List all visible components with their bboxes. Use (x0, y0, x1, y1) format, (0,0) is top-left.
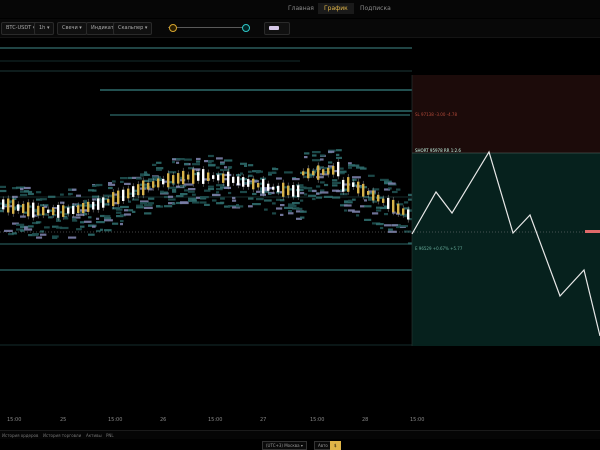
timezone-select[interactable]: (UTC+3) Москва ▾ (262, 441, 307, 450)
range-slider-track[interactable] (168, 27, 250, 28)
tab-order-history[interactable]: История ордеров (2, 433, 38, 438)
x-tick-label: 28 (362, 417, 369, 423)
tab-assets[interactable]: Активы (86, 433, 102, 438)
tab-chart[interactable]: График (318, 3, 354, 14)
color-picker[interactable] (264, 22, 290, 35)
range-slider-handle-right[interactable] (242, 24, 250, 32)
currency-badge[interactable]: $ (330, 441, 341, 450)
x-tick-label: 15:00 (7, 417, 22, 423)
x-tick-label: 25 (60, 417, 67, 423)
scalper-select[interactable]: Скальпер ▾ (113, 22, 153, 35)
tab-subscription[interactable]: Подписка (360, 5, 391, 12)
price-chart[interactable]: SL 97138 -3.00 -4.78 SHORT 95978 RR 1:2.… (0, 38, 600, 410)
x-tick-label: 15:00 (410, 417, 425, 423)
range-slider-handle-left[interactable] (169, 24, 177, 32)
current-price-marker (585, 230, 600, 233)
x-tick-label: 15:00 (310, 417, 325, 423)
footer-bar: (UTC+3) Москва ▾ Авто $ (0, 439, 600, 450)
x-tick-label: 26 (160, 417, 167, 423)
tab-trade-history[interactable]: История торговли (43, 433, 81, 438)
entry-label: E 96529 +0.67% +5.77 (415, 246, 463, 251)
color-swatch (269, 25, 279, 30)
tab-pnl[interactable]: PNL (106, 433, 114, 438)
x-tick-label: 15:00 (208, 417, 223, 423)
x-tick-label: 15:00 (108, 417, 123, 423)
tab-main[interactable]: Главная (288, 5, 314, 12)
short-position-label: SHORT 95978 RR 1:2.6 (415, 148, 461, 153)
time-axis: 15:00 25 15:00 26 15:00 27 15:00 28 15:0… (0, 412, 600, 426)
chart-toolbar: BTC-USDT ▾ 1h ▾ Свечи ▾ Индикаторы Скаль… (0, 19, 600, 38)
x-tick-label: 27 (260, 417, 267, 423)
chart-canvas (0, 47, 600, 346)
chart-type-select[interactable]: Свечи ▾ (57, 22, 87, 35)
interval-select[interactable]: 1h ▾ (34, 22, 55, 35)
stop-loss-label: SL 97138 -3.00 -4.78 (415, 112, 458, 117)
top-navigation: Главная График Подписка (0, 0, 600, 18)
